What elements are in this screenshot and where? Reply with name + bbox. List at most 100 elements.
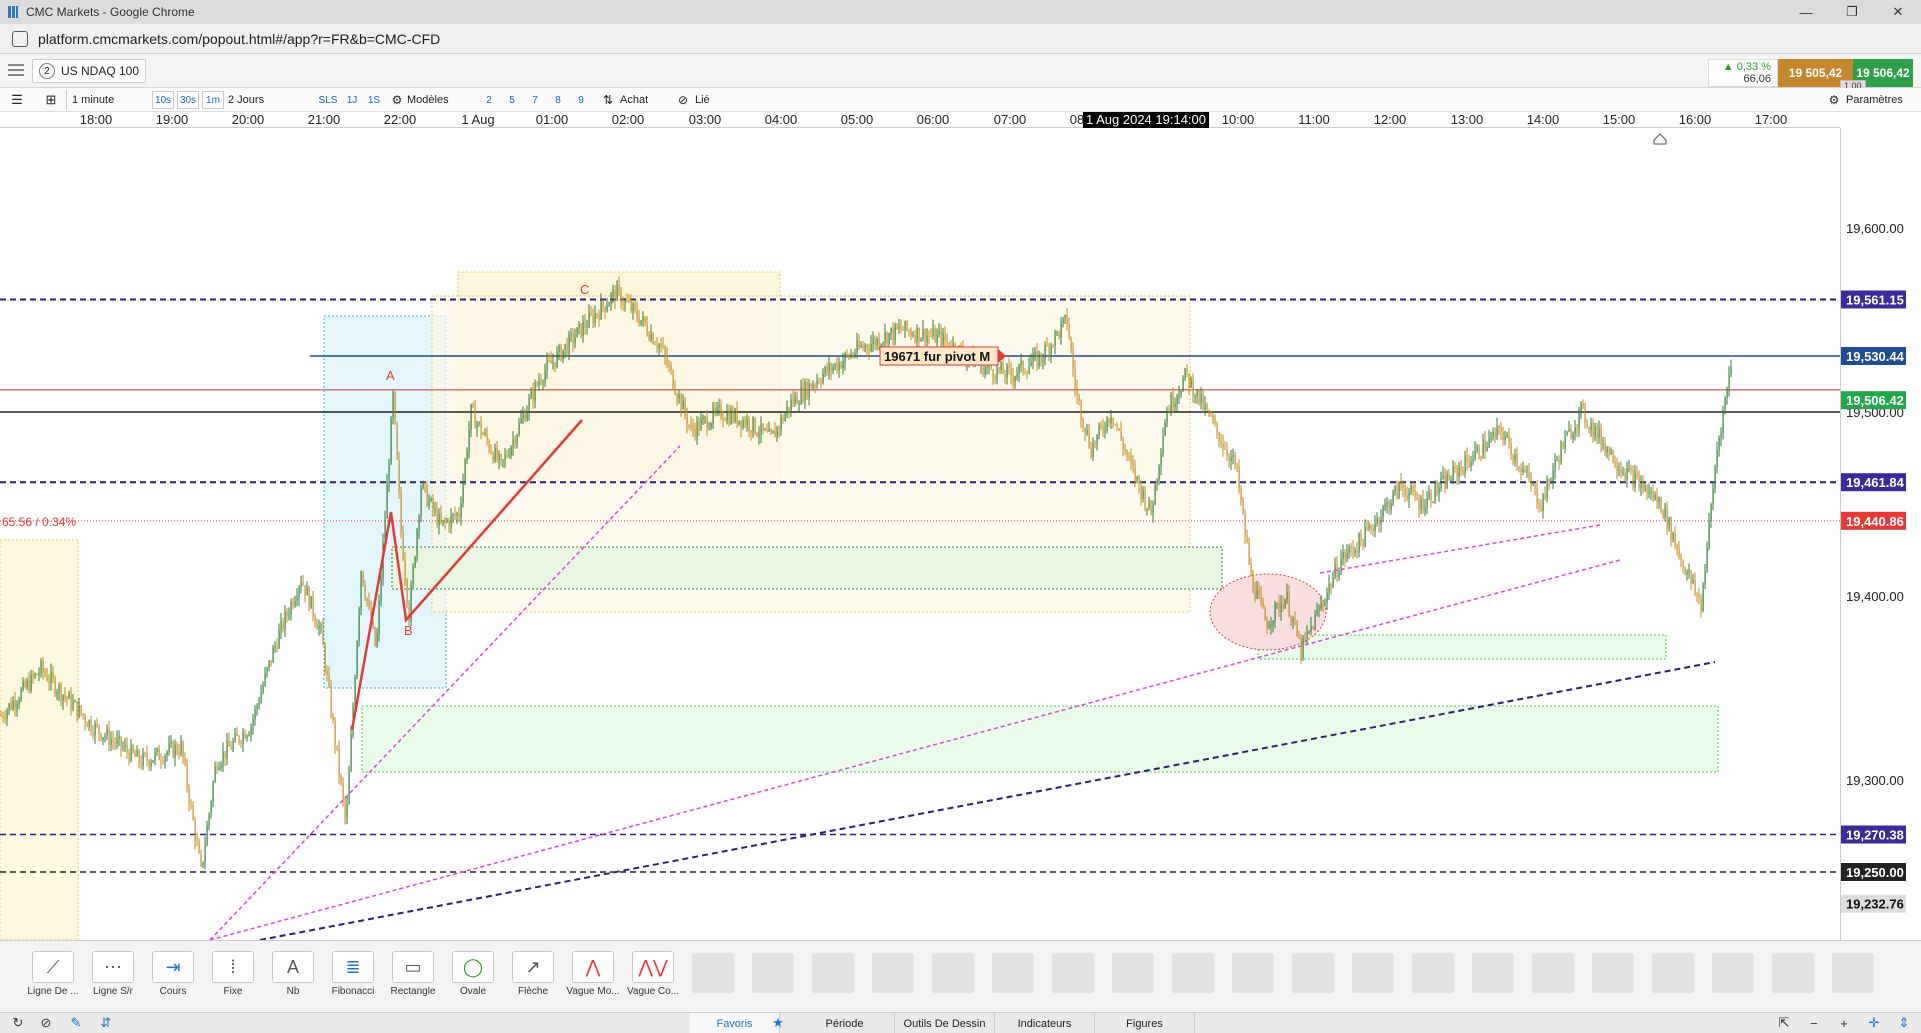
candle-body	[228, 740, 230, 747]
price-chart[interactable]: A B C 19671 fur pivot M 65.56 / 0.34% 19,600…	[0, 128, 1921, 940]
magnet-icon[interactable]: ⇵	[98, 1015, 114, 1031]
expand-icon[interactable]: ⇕	[1896, 1015, 1912, 1031]
empty-tool-slot[interactable]	[1532, 953, 1574, 993]
candle-body	[316, 623, 318, 630]
candle-body	[996, 366, 998, 379]
interval-select[interactable]: 1 minute	[72, 91, 150, 109]
wave-motive-icon: ⋀	[572, 951, 614, 983]
buy-button[interactable]: Achat	[620, 91, 660, 109]
candle-body	[162, 761, 164, 763]
mode-1s[interactable]: 1S	[364, 91, 384, 109]
instrument-tab[interactable]: 2 US NDAQ 100	[32, 59, 146, 83]
tool-wave-motive[interactable]: ⋀ Vague Mo...	[566, 951, 620, 997]
empty-tool-slot[interactable]	[1292, 953, 1334, 993]
candle-body	[1608, 446, 1610, 455]
tool-oval[interactable]: ◯ Ovale	[450, 951, 496, 997]
crosshair-icon[interactable]: ✛	[1866, 1015, 1882, 1031]
layout-grid-icon[interactable]: ⊞	[40, 91, 62, 109]
tab-drawing-tools[interactable]: Outils De Dessin	[895, 1013, 995, 1033]
empty-tool-slot[interactable]	[752, 953, 794, 993]
tool-wave-corrective[interactable]: ⋀⋁ Vague Co...	[627, 951, 679, 997]
restore-button[interactable]: ❐	[1829, 0, 1875, 24]
url-text[interactable]: platform.cmcmarkets.com/popout.html#/app…	[38, 31, 440, 47]
templates-button[interactable]: Modèles	[407, 91, 467, 109]
list-view-icon[interactable]: ☰	[6, 91, 28, 109]
empty-tool-slot[interactable]	[932, 953, 974, 993]
candle-body	[108, 729, 110, 746]
interval-30s[interactable]: 30s	[177, 91, 199, 109]
preset-7[interactable]: 7	[528, 91, 542, 109]
tool-line-tool[interactable]: ⟋ Ligne De ...	[27, 951, 79, 997]
tool-fixed-tool[interactable]: ⁞ Fixe	[210, 951, 256, 997]
tool-text-tool[interactable]: A Nb	[270, 951, 316, 997]
star-icon[interactable]: ★	[770, 1015, 786, 1031]
interval-10s[interactable]: 10s	[152, 91, 174, 109]
empty-tool-slot[interactable]	[1772, 953, 1814, 993]
minimize-button[interactable]: —	[1783, 0, 1829, 24]
interval-1m[interactable]: 1m	[202, 91, 224, 109]
candle-body	[1408, 492, 1410, 500]
empty-tool-slot[interactable]	[1112, 953, 1154, 993]
empty-tool-slot[interactable]	[812, 953, 854, 993]
tab-figures[interactable]: Figures	[1095, 1013, 1195, 1033]
candle-body	[1322, 603, 1324, 605]
refresh-icon[interactable]: ↻	[10, 1015, 26, 1031]
templates-icon[interactable]: ⚙	[390, 91, 404, 109]
preset-2[interactable]: 2	[482, 91, 496, 109]
candle-body	[216, 765, 218, 770]
hide-icon[interactable]: ⊘	[38, 1015, 54, 1031]
preset-9[interactable]: 9	[574, 91, 588, 109]
empty-tool-slot[interactable]	[1052, 953, 1094, 993]
tool-fibonacci[interactable]: ≣ Fibonacci	[330, 951, 376, 997]
candle-body	[914, 335, 916, 342]
candle-body	[1288, 592, 1290, 617]
empty-tool-slot[interactable]	[1172, 953, 1214, 993]
candle-body	[1046, 345, 1048, 347]
empty-tool-slot[interactable]	[872, 953, 914, 993]
candle-body	[1476, 446, 1478, 451]
candle-body	[984, 367, 986, 376]
tab-favorites[interactable]: Favoris	[690, 1013, 780, 1033]
settings-button[interactable]: Paramètres	[1846, 91, 1916, 109]
oval-icon: ◯	[452, 951, 494, 983]
fit-icon[interactable]: ⇱	[1776, 1015, 1792, 1031]
menu-icon[interactable]	[8, 64, 24, 76]
buy-chart-icon[interactable]: ⇅	[600, 91, 616, 109]
tool-arrow[interactable]: ↗ Flèche	[510, 951, 556, 997]
preset-5[interactable]: 5	[505, 91, 519, 109]
close-window-button[interactable]: ✕	[1875, 0, 1921, 24]
empty-tool-slot[interactable]	[1592, 953, 1634, 993]
tool-support-resistance[interactable]: ⋯ Ligne S/r	[90, 951, 136, 997]
link-icon[interactable]: ⊘	[675, 91, 691, 109]
candle-body	[308, 587, 310, 609]
address-bar[interactable]: platform.cmcmarkets.com/popout.html#/app…	[0, 24, 1921, 54]
candle-body	[402, 532, 404, 560]
tool-rectangle[interactable]: ▭ Rectangle	[390, 951, 436, 997]
tab-indicators[interactable]: Indicateurs	[995, 1013, 1095, 1033]
zoom-in-icon[interactable]: +	[1836, 1015, 1852, 1031]
empty-tool-slot[interactable]	[1712, 953, 1754, 993]
candle-body	[1538, 503, 1540, 508]
mode-sls[interactable]: SLS	[316, 91, 340, 109]
empty-tool-slot[interactable]	[1232, 953, 1274, 993]
empty-tool-slot[interactable]	[1412, 953, 1454, 993]
settings-gear-icon[interactable]: ⚙	[1826, 91, 1842, 109]
empty-tool-slot[interactable]	[992, 953, 1034, 993]
pencil-icon[interactable]: ✎	[68, 1015, 84, 1031]
candle-body	[1576, 427, 1578, 429]
preset-8[interactable]: 8	[551, 91, 565, 109]
empty-tool-slot[interactable]	[1472, 953, 1514, 993]
site-settings-icon[interactable]	[12, 30, 28, 47]
zoom-out-icon[interactable]: −	[1806, 1015, 1822, 1031]
candle-body	[1490, 435, 1492, 439]
empty-tool-slot[interactable]	[692, 953, 734, 993]
empty-tool-slot[interactable]	[1352, 953, 1394, 993]
tab-period[interactable]: Période	[795, 1013, 895, 1033]
link-button[interactable]: Lié	[695, 91, 725, 109]
empty-tool-slot[interactable]	[1652, 953, 1694, 993]
mode-1j[interactable]: 1J	[342, 91, 362, 109]
range-select[interactable]: 2 Jours	[228, 91, 308, 109]
empty-tool-slot[interactable]	[1832, 953, 1874, 993]
tool-price-tool[interactable]: ⇥ Cours	[150, 951, 196, 997]
candle-body	[470, 404, 472, 430]
